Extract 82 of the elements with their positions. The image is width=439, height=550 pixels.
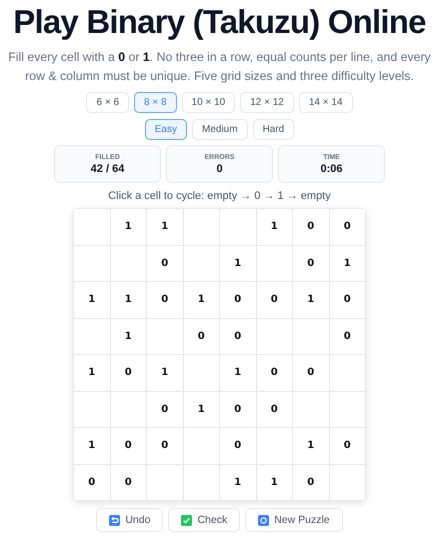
grid-cell[interactable]: 1 bbox=[147, 209, 182, 244]
grid-cell[interactable] bbox=[293, 392, 328, 427]
grid-cell[interactable]: 1 bbox=[110, 282, 146, 318]
grid-cell[interactable] bbox=[256, 428, 292, 464]
grid-cell[interactable]: 1 bbox=[256, 464, 292, 500]
grid-cell[interactable]: 0 bbox=[256, 282, 292, 318]
stat-value: 42 / 64 bbox=[90, 162, 124, 174]
grid-cell[interactable]: 1 bbox=[147, 355, 182, 390]
grid-cell[interactable]: 0 bbox=[220, 392, 256, 427]
grid-cell[interactable] bbox=[330, 392, 365, 427]
size-button[interactable]: 10 × 10 bbox=[182, 92, 236, 113]
grid-cell[interactable]: 1 bbox=[220, 464, 256, 500]
grid-cell[interactable] bbox=[74, 209, 110, 244]
check-button[interactable]: Check bbox=[168, 508, 240, 532]
size-button[interactable]: 6 × 6 bbox=[86, 92, 130, 113]
grid-cell[interactable]: 0 bbox=[330, 318, 365, 354]
grid-cell[interactable] bbox=[147, 318, 182, 354]
grid-cell[interactable] bbox=[74, 392, 110, 427]
grid-cell[interactable]: 0 bbox=[74, 464, 110, 500]
grid-cell[interactable] bbox=[330, 464, 365, 500]
grid-cell[interactable] bbox=[147, 464, 182, 500]
grid-cell[interactable] bbox=[184, 428, 219, 464]
grid-cell[interactable]: 1 bbox=[293, 428, 328, 464]
grid-cell[interactable]: 1 bbox=[184, 282, 219, 318]
grid-cell[interactable]: 0 bbox=[110, 355, 146, 390]
grid-cell[interactable] bbox=[74, 246, 110, 281]
grid-cell[interactable] bbox=[293, 318, 328, 354]
page-title: Play Binary (Takuzu) Online bbox=[13, 2, 426, 42]
grid-cell[interactable]: 0 bbox=[110, 464, 146, 500]
stat-value: 0 bbox=[216, 162, 223, 174]
grid-cell[interactable]: 1 bbox=[220, 246, 256, 281]
hint-text: Click a cell to cycle: empty → 0 → 1 → empty bbox=[108, 190, 331, 202]
stat-value: 0:06 bbox=[320, 162, 343, 174]
grid-cell[interactable]: 1 bbox=[74, 355, 110, 390]
grid-cell[interactable]: 0 bbox=[293, 209, 328, 244]
grid-cell[interactable]: 0 bbox=[147, 428, 182, 464]
grid-cell[interactable] bbox=[184, 209, 219, 244]
grid-cell[interactable]: 1 bbox=[293, 282, 328, 318]
description: Fill every cell with a 0 or 1. No three in a row, equal counts per line, and every row & column must be unique. Five grid sizes and three difficulty levels. bbox=[7, 49, 432, 85]
size-button[interactable]: 14 × 14 bbox=[298, 92, 353, 113]
grid-cell[interactable] bbox=[184, 355, 219, 390]
grid-cell[interactable]: 0 bbox=[330, 209, 365, 244]
grid-cell[interactable] bbox=[330, 355, 365, 390]
grid-cell[interactable] bbox=[220, 209, 256, 244]
grid-cell[interactable]: 0 bbox=[147, 392, 182, 427]
check-icon bbox=[181, 514, 192, 526]
grid-cell[interactable]: 0 bbox=[293, 246, 328, 281]
difficulty-button[interactable]: Medium bbox=[192, 119, 248, 140]
grid-cell[interactable]: 1 bbox=[220, 355, 256, 390]
grid-cell[interactable]: 0 bbox=[330, 282, 365, 318]
grid-cell[interactable]: 1 bbox=[256, 209, 292, 244]
grid-cell[interactable]: 0 bbox=[147, 282, 182, 318]
new-puzzle-button[interactable]: New Puzzle bbox=[245, 508, 343, 532]
grid-cell[interactable]: 0 bbox=[293, 464, 328, 500]
grid-cell[interactable]: 0 bbox=[147, 246, 182, 281]
grid-cell[interactable]: 0 bbox=[184, 318, 219, 354]
grid-cell[interactable] bbox=[184, 246, 219, 281]
undo-icon bbox=[109, 514, 120, 526]
grid-cell[interactable]: 1 bbox=[74, 282, 110, 318]
grid-cell[interactable]: 1 bbox=[110, 209, 146, 244]
grid-cell[interactable]: 1 bbox=[74, 428, 110, 464]
grid-cell[interactable]: 1 bbox=[330, 246, 365, 281]
grid-cell[interactable]: 1 bbox=[110, 318, 146, 354]
grid-cell[interactable]: 0 bbox=[330, 428, 365, 464]
size-button[interactable]: 12 × 12 bbox=[240, 92, 294, 113]
grid-cell[interactable] bbox=[256, 246, 292, 281]
grid-cell[interactable] bbox=[110, 392, 146, 427]
grid-cell[interactable]: 0 bbox=[256, 355, 292, 390]
grid-cell[interactable] bbox=[74, 318, 110, 354]
grid-cell[interactable] bbox=[184, 464, 219, 500]
grid-cell[interactable]: 0 bbox=[110, 428, 146, 464]
grid-cell[interactable]: 0 bbox=[220, 282, 256, 318]
grid-cell[interactable]: 0 bbox=[220, 318, 256, 354]
grid-cell[interactable] bbox=[256, 318, 292, 354]
grid-cell[interactable]: 0 bbox=[256, 392, 292, 427]
undo-button[interactable]: Undo bbox=[96, 508, 164, 532]
grid-cell[interactable]: 0 bbox=[220, 428, 256, 464]
grid-cell[interactable] bbox=[110, 246, 146, 281]
grid-cell[interactable]: 1 bbox=[184, 392, 219, 427]
refresh-icon bbox=[258, 514, 270, 526]
grid-cell[interactable]: 0 bbox=[293, 355, 328, 390]
difficulty-button[interactable]: Hard bbox=[252, 119, 294, 140]
